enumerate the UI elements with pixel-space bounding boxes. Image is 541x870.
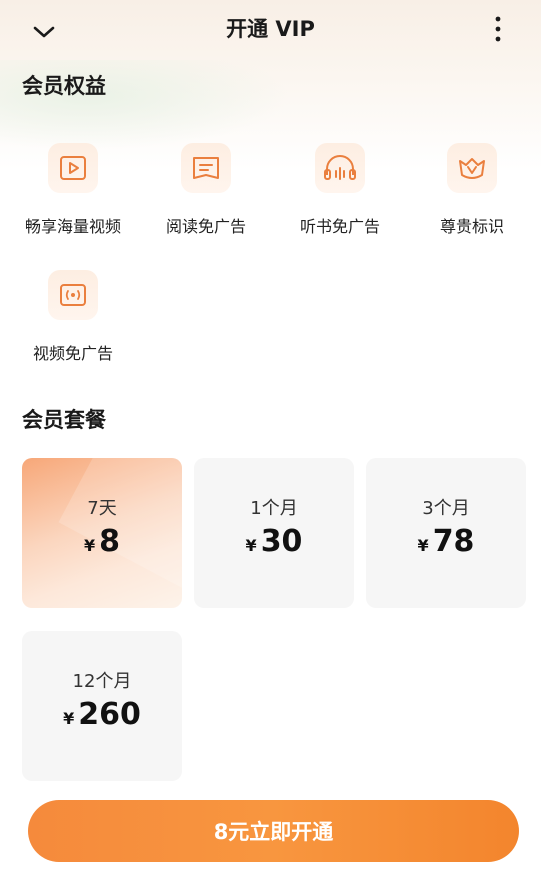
plan-price: ¥78 [366,524,526,559]
plan-card-3-months[interactable]: 3个月 ¥78 [366,458,526,608]
more-button[interactable] [483,14,513,44]
plan-price: ¥8 [22,524,182,559]
plan-duration: 3个月 [422,498,470,519]
benefit-item-reading-no-ads: 阅读免广告 [141,143,271,237]
plan-duration: 7天 [87,498,117,519]
plan-price-amount: 260 [78,697,141,732]
crown-badge-icon [459,158,485,179]
page-title: 开通 VIP [226,17,315,41]
plan-price: ¥260 [22,697,182,732]
plan-price: ¥30 [194,524,354,559]
benefit-icon-box [315,143,365,193]
benefit-item-badge: 尊贵标识 [407,143,537,237]
plan-card-12-months[interactable]: 12个月 ¥260 [22,631,182,781]
benefit-label: 视频免广告 [32,344,113,363]
headphones-icon [324,155,356,180]
video-broadcast-icon [60,284,86,306]
top-bar: 开通 VIP [0,0,541,60]
book-icon [193,157,219,179]
plan-price-amount: 30 [260,524,303,559]
plans-section-title: 会员套餐 [22,408,106,432]
plan-duration: 1个月 [250,498,298,519]
benefit-icon-box [181,143,231,193]
benefit-icon-box [48,270,98,320]
benefit-item-video-no-ads: 视频免广告 [8,270,138,364]
benefit-icon-box [48,143,98,193]
currency-symbol: ¥ [83,536,96,555]
currency-symbol: ¥ [245,536,257,555]
benefit-label: 听书免广告 [299,217,380,236]
plan-price-amount: 78 [432,524,475,559]
plan-card-1-month[interactable]: 1个月 ¥30 [194,458,354,608]
benefit-label: 畅享海量视频 [24,217,121,236]
benefit-icon-box [447,143,497,193]
benefits-section-title: 会员权益 [22,74,106,98]
plan-duration: 12个月 [72,671,132,692]
currency-symbol: ¥ [63,709,75,728]
currency-symbol: ¥ [417,536,429,555]
benefit-item-audiobook-no-ads: 听书免广告 [275,143,405,237]
plan-price-amount: 8 [99,524,120,559]
video-play-icon [60,156,86,180]
benefit-label: 阅读免广告 [165,217,246,236]
benefit-label: 尊贵标识 [439,217,504,236]
activate-vip-button[interactable]: 8元立即开通 [28,800,519,862]
more-vertical-icon [495,16,501,42]
plan-card-7-days[interactable]: 7天 ¥8 [22,458,182,608]
benefit-item-videos: 畅享海量视频 [8,143,138,237]
